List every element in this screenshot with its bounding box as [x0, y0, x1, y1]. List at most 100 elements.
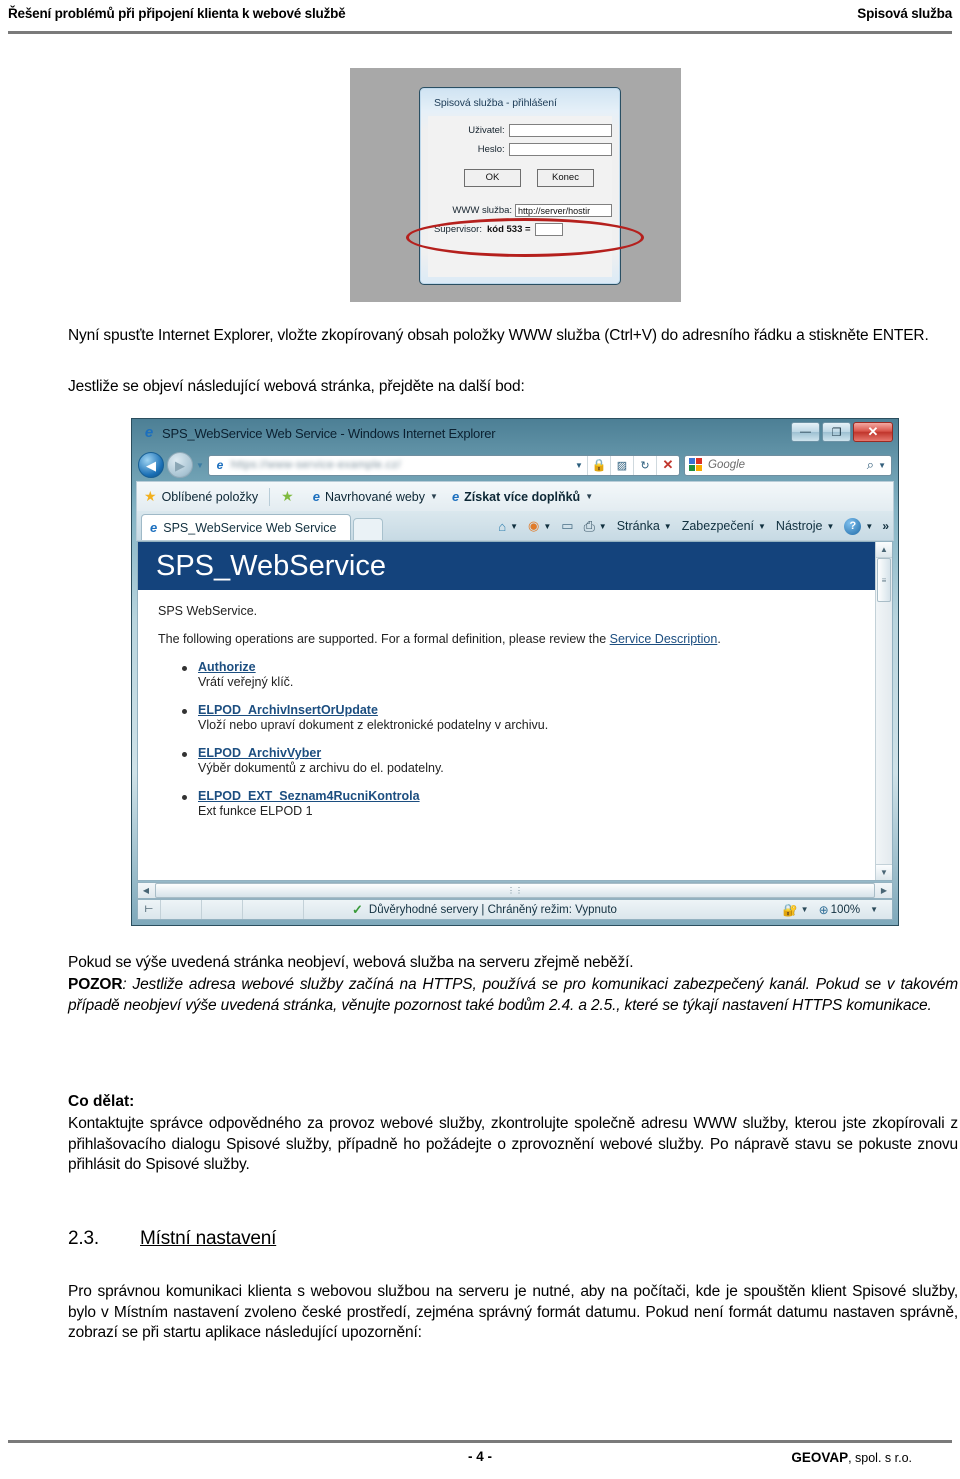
favorites-bar: ★ Oblíbené položky ★ e Navrhované weby ▼… — [136, 481, 894, 511]
mail-button[interactable]: ▭ — [556, 518, 578, 534]
browser-screenshot: e SPS_WebService Web Service - Windows I… — [131, 418, 899, 926]
print-icon: ⎙ — [583, 517, 595, 534]
operation-description: Vloží nebo upraví dokument z elektronick… — [198, 718, 549, 732]
favorites-divider — [269, 487, 271, 506]
search-icon[interactable]: ⌕ — [867, 457, 874, 473]
get-more-addons-button[interactable]: e Získat více doplňků ▼ — [445, 489, 600, 504]
suggested-sites-button[interactable]: e Navrhované weby ▼ — [306, 489, 445, 504]
chevron-down-icon[interactable]: ▼ — [758, 522, 766, 531]
minimize-button[interactable]: — — [791, 422, 820, 442]
horizontal-scroll-thumb[interactable]: ⋮⋮ — [155, 883, 875, 898]
security-menu-label: Zabezpečení — [681, 519, 754, 533]
back-button-icon[interactable]: ◀ — [138, 452, 164, 478]
paragraph-after-screenshot: Pokud se výše uvedená stránka neobjeví, … — [68, 954, 634, 971]
forward-button-icon[interactable]: ▶ — [167, 452, 193, 478]
ie-icon: e — [451, 489, 460, 504]
supervisor-code-label: kód 533 = — [487, 224, 531, 235]
service-banner: SPS_WebService — [138, 542, 892, 590]
ie-logo-icon: e — [144, 424, 154, 441]
cancel-button[interactable]: Konec — [537, 169, 594, 187]
add-favorite-icon: ★ — [281, 488, 294, 504]
operation-link[interactable]: ELPOD_ArchivInsertOrUpdate — [198, 703, 892, 717]
vertical-scrollbar[interactable]: ▲ ≡ ▼ — [875, 542, 892, 880]
security-menu-button[interactable]: Zabezpečení ▼ — [677, 519, 771, 533]
window-controls: — ❐ ✕ — [791, 422, 893, 442]
browser-title-bar: e SPS_WebService Web Service - Windows I… — [132, 419, 898, 449]
mail-icon: ▭ — [561, 518, 574, 533]
tab-sps-webservice[interactable]: e SPS_WebService Web Service — [141, 514, 351, 540]
status-cell — [202, 900, 243, 919]
suggested-sites-label: Navrhované weby — [324, 489, 426, 504]
list-item: ELPOD_ArchivVyber Výběr dokumentů z arch… — [182, 746, 892, 775]
favorites-button[interactable]: ★ Oblíbené položky — [137, 488, 265, 505]
browser-page-content: SPS_WebService SPS WebService. The follo… — [137, 541, 893, 881]
feeds-button[interactable]: ◉ ▼ — [523, 518, 556, 534]
help-menu-button[interactable]: ? ▼ — [839, 517, 878, 535]
get-more-addons-label: Získat více doplňků — [464, 489, 581, 504]
chevron-down-icon[interactable]: ▼ — [599, 522, 607, 531]
zoom-chevron-down-icon[interactable]: ▼ — [870, 905, 878, 914]
tab-favicon-icon: e — [150, 520, 158, 535]
company-name: GEOVAP, spol. s r.o. — [791, 1450, 912, 1465]
status-right-group: 🔐 ▼ ⊕ 100% ▼ — [783, 903, 892, 917]
chevron-down-icon[interactable]: ▼ — [664, 522, 672, 531]
address-url-text[interactable]: https://www-service-example.cz/ — [231, 459, 571, 471]
chevron-down-icon[interactable]: ▼ — [543, 522, 551, 531]
help-icon: ? — [844, 517, 862, 535]
operation-link[interactable]: ELPOD_ArchivVyber — [198, 746, 892, 760]
stop-icon[interactable]: ✕ — [656, 455, 679, 475]
new-tab-button[interactable] — [353, 518, 383, 540]
www-service-input[interactable]: http://server/hostir — [515, 204, 612, 217]
scroll-down-icon[interactable]: ▼ — [876, 864, 892, 880]
scroll-left-icon[interactable]: ◀ — [138, 886, 154, 895]
company-name-rest: , spol. s r.o. — [848, 1451, 912, 1465]
password-field-row: Heslo: — [428, 143, 612, 156]
tools-menu-button[interactable]: Nástroje ▼ — [771, 519, 839, 533]
service-description-link[interactable]: Service Description — [610, 632, 718, 646]
chevron-down-icon[interactable]: ▼ — [865, 522, 873, 531]
page-menu-button[interactable]: Stránka ▼ — [612, 519, 677, 533]
operation-link[interactable]: Authorize — [198, 660, 892, 674]
zoom-icon[interactable]: ⊕ — [819, 903, 829, 917]
chevron-down-icon[interactable]: ▼ — [801, 905, 809, 914]
horizontal-scrollbar[interactable]: ◀ ⋮⋮ ▶ — [137, 882, 893, 899]
warning-text: : Jestliže adresa webové služby začíná n… — [68, 976, 958, 1014]
recent-pages-chevron-down-icon[interactable]: ▼ — [196, 461, 204, 470]
header-left-text: Řešení problémů při připojení klienta k … — [8, 6, 346, 21]
privacy-lock-icon[interactable]: 🔐 — [783, 903, 798, 917]
security-zone-indicator[interactable]: ✓ Důvěryhodné servery | Chráněný režim: … — [304, 902, 617, 918]
address-chevron-down-icon[interactable]: ▼ — [571, 456, 587, 475]
add-to-favorites-button[interactable]: ★ — [274, 488, 306, 505]
address-bar[interactable]: e https://www-service-example.cz/ ▼ 🔒 ▨ … — [207, 454, 680, 476]
ok-button[interactable]: OK — [464, 169, 521, 187]
zoom-level-label[interactable]: 100% — [831, 904, 860, 916]
close-button[interactable]: ✕ — [853, 422, 893, 442]
compatibility-view-icon[interactable]: ▨ — [610, 455, 633, 475]
search-chevron-down-icon[interactable]: ▼ — [878, 461, 886, 470]
what-to-do-heading: Co dělat: — [68, 1093, 135, 1110]
search-input[interactable]: Google ⌕ ▼ — [684, 454, 892, 476]
home-button[interactable]: ⌂ ▼ — [493, 519, 523, 534]
login-dialog-body: Uživatel: Heslo: OK Konec WWW služba: ht… — [428, 116, 612, 277]
tools-menu-label: Nástroje — [775, 519, 823, 533]
chevron-down-icon[interactable]: ▼ — [585, 492, 593, 501]
supervisor-input[interactable] — [534, 223, 563, 236]
browser-tab-bar: e SPS_WebService Web Service ⌂ ▼ ◉ ▼ ▭ ⎙ — [136, 511, 894, 541]
user-input[interactable] — [508, 124, 612, 137]
refresh-icon[interactable]: ↻ — [633, 455, 656, 475]
command-overflow-button[interactable]: » — [878, 519, 889, 533]
operation-link[interactable]: ELPOD_EXT_Seznam4RucniKontrola — [198, 789, 892, 803]
chevron-down-icon[interactable]: ▼ — [430, 492, 438, 501]
scroll-up-icon[interactable]: ▲ — [876, 542, 892, 558]
print-button[interactable]: ⎙ ▼ — [579, 518, 612, 535]
password-input[interactable] — [508, 143, 612, 156]
chevron-down-icon[interactable]: ▼ — [510, 522, 518, 531]
browser-status-bar: ⊢ ✓ Důvěryhodné servery | Chráněný režim… — [137, 899, 893, 920]
vertical-scroll-thumb[interactable]: ≡ — [877, 558, 891, 602]
service-description: The following operations are supported. … — [138, 618, 892, 646]
chevron-down-icon[interactable]: ▼ — [826, 522, 834, 531]
document-footer: - 4 - GEOVAP, spol. s r.o. — [8, 1449, 952, 1471]
scroll-right-icon[interactable]: ▶ — [876, 886, 892, 895]
maximize-button[interactable]: ❐ — [822, 422, 851, 442]
ie-icon: e — [312, 489, 320, 504]
